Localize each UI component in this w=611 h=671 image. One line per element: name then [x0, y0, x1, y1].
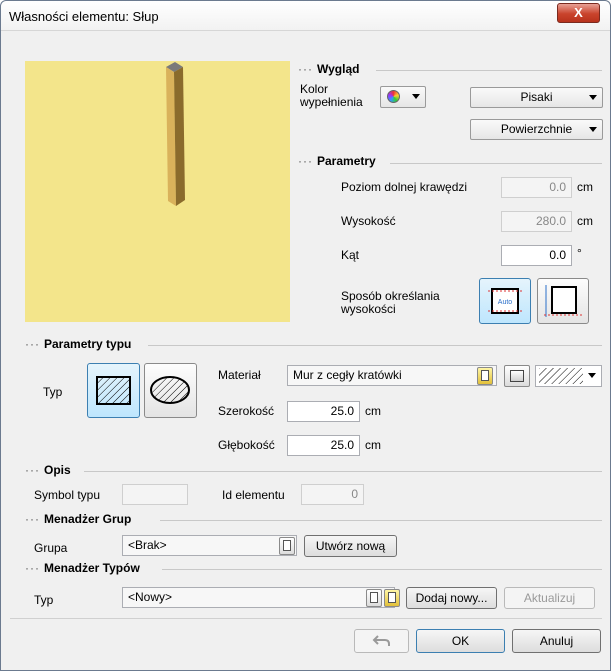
- material-label: Materiał: [218, 368, 261, 382]
- height-mode-auto-button[interactable]: Auto: [479, 278, 531, 324]
- group-select-button[interactable]: [279, 537, 295, 555]
- add-new-type-button[interactable]: Dodaj nowy...: [406, 587, 497, 609]
- type-ellipse-button[interactable]: [144, 363, 197, 418]
- library-icon: [510, 370, 524, 382]
- hatch-pattern-dropdown[interactable]: [535, 365, 602, 387]
- title-bar: Własności elementu: Słup X: [1, 1, 610, 31]
- type-field[interactable]: <Nowy>: [122, 587, 395, 608]
- material-field[interactable]: Mur z cegły kratówki: [287, 365, 497, 386]
- undo-icon: [372, 635, 390, 646]
- type-manager-header: ··· Menadżer Typów: [25, 561, 140, 575]
- height-mode-label: Sposób określania wysokości: [341, 289, 440, 316]
- fill-color-picker[interactable]: [380, 86, 426, 108]
- document-icon: [388, 592, 396, 603]
- undo-button[interactable]: [354, 629, 409, 653]
- bottom-edge-input[interactable]: 0.0: [501, 177, 572, 198]
- ok-button[interactable]: OK: [416, 629, 505, 653]
- pens-dropdown[interactable]: Pisaki: [470, 87, 603, 108]
- type-params-header: ··· Parametry typu: [25, 337, 132, 351]
- type-library-button[interactable]: [384, 589, 400, 607]
- update-type-button[interactable]: Aktualizuj: [504, 587, 595, 609]
- material-select-button[interactable]: [477, 367, 493, 385]
- parameters-header: ··· Parametry: [298, 154, 376, 168]
- height-mode-manual-button[interactable]: [537, 278, 589, 324]
- type-symbol-input[interactable]: [122, 484, 188, 505]
- depth-label: Głębokość: [218, 438, 275, 452]
- type-label: Typ: [43, 385, 63, 399]
- type-rectangle-button[interactable]: [87, 363, 140, 418]
- hatch-preview-icon: [539, 368, 583, 384]
- width-input[interactable]: 25.0: [287, 401, 360, 422]
- rectangle-section-icon: [96, 376, 131, 405]
- chevron-down-icon: [588, 373, 596, 378]
- document-icon: [370, 592, 378, 603]
- color-palette-icon: [387, 90, 400, 103]
- material-library-button[interactable]: [504, 365, 530, 387]
- element-id-input: 0: [301, 484, 364, 505]
- auto-height-icon: Auto: [488, 288, 522, 314]
- properties-dialog: Własności elementu: Słup X ··· Wygląd Kol…: [0, 0, 611, 671]
- svg-text:Auto: Auto: [498, 299, 513, 306]
- width-label: Szerokość: [218, 404, 275, 418]
- document-icon: [481, 370, 489, 381]
- angle-input[interactable]: 0.0: [501, 245, 572, 266]
- ellipse-section-icon: [150, 376, 190, 404]
- group-manager-header: ··· Menadżer Grup: [25, 512, 132, 526]
- height-input[interactable]: 280.0: [501, 211, 572, 232]
- surfaces-dropdown[interactable]: Powierzchnie: [470, 119, 603, 140]
- type-symbol-label: Symbol typu: [34, 488, 101, 502]
- column-3d-icon: [166, 62, 185, 206]
- angle-label: Kąt: [341, 248, 360, 262]
- manual-height-icon: [544, 285, 582, 317]
- bottom-edge-label: Poziom dolnej krawędzi: [341, 180, 468, 194]
- group-field[interactable]: <Brak>: [122, 535, 297, 556]
- 3d-preview[interactable]: [25, 61, 290, 322]
- window-title: Własności elementu: Słup: [9, 9, 159, 24]
- dialog-client: ··· Wygląd Kolor wypełnienia Pisaki Powie…: [10, 32, 603, 662]
- document-icon: [283, 540, 291, 551]
- type-manager-label: Typ: [34, 593, 54, 607]
- appearance-header: ··· Wygląd: [298, 62, 360, 76]
- depth-input[interactable]: 25.0: [287, 435, 360, 456]
- cancel-button[interactable]: Anuluj: [512, 629, 601, 653]
- create-new-group-button[interactable]: Utwórz nową: [304, 535, 397, 557]
- fill-color-label: Kolor wypełnienia: [300, 82, 363, 109]
- element-id-label: Id elementu: [222, 488, 285, 502]
- group-label: Grupa: [34, 541, 68, 555]
- height-label: Wysokość: [341, 214, 396, 228]
- close-button[interactable]: X: [557, 3, 600, 23]
- chevron-down-icon: [412, 94, 420, 99]
- type-select-button[interactable]: [366, 589, 382, 607]
- description-header: ··· Opis: [25, 463, 71, 477]
